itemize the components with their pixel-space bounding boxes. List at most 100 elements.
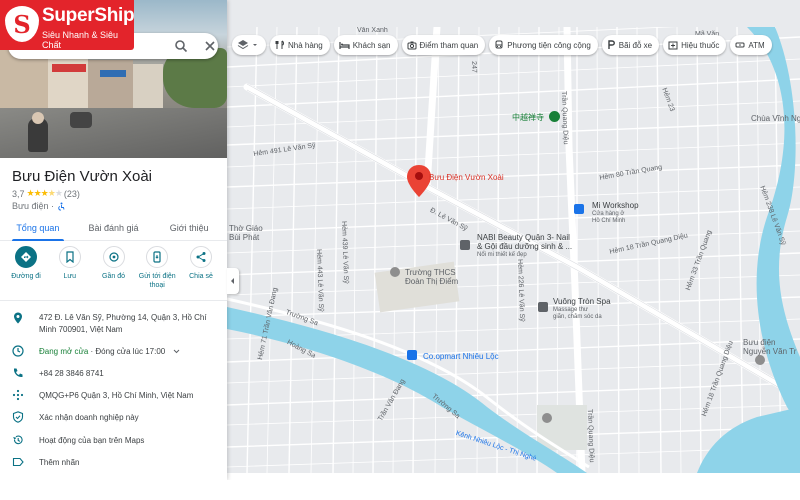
pin-place-label[interactable]: Bưu Điện Vườn Xoài [429,173,504,182]
history-icon [13,435,23,445]
add-label-row[interactable]: Thêm nhãn [0,456,227,470]
phone-text: +84 28 3846 8741 [39,369,104,378]
chip-atm-label: ATM [748,40,765,50]
share-label: Chia sẻ [189,273,213,280]
plus-code-icon [12,389,24,401]
claim-business-row[interactable]: Xác nhận doanh nghiệp này [0,411,227,425]
hours-close-time: · Đóng cửa lúc 17:00 [88,347,166,356]
chip-pharmacy[interactable]: Hiệu thuốc [663,35,727,55]
logo-name: SuperShip [42,5,135,26]
coopmart-label[interactable]: Co.opmart Nhiêu Lộc [423,352,499,361]
activity-text: Hoạt động của bạn trên Maps [39,436,145,445]
chip-transit[interactable]: Phương tiện công cộng [489,35,598,55]
chip-attractions[interactable]: Điểm tham quan [401,35,486,55]
hours-open-status: Đang mở cửa [39,347,89,356]
vuong-tron-sub-2: giãn, chăm sóc da [553,314,602,320]
atm-icon [735,42,745,48]
chip-hotel-label: Khách sạn [352,40,391,50]
phat-label: Bùi Phát [229,233,260,242]
label-icon [12,457,24,467]
bookmark-icon [66,251,74,263]
verified-shield-icon [12,411,24,423]
school-label-1[interactable]: Trường THCS [405,268,456,277]
nearby-icon [108,252,119,262]
share-button[interactable]: Chia sẻ [181,246,221,296]
share-icon [196,252,206,262]
vuong-tron-label[interactable]: Vuông Tròn Spa [553,297,611,306]
review-count[interactable]: (23) [64,189,80,199]
bottom-strip [0,480,800,500]
nearby-button[interactable]: Gần đó [94,246,134,296]
category-row: Bưu điện · [12,201,66,211]
address-row[interactable]: 472 Đ. Lê Văn Sỹ, Phường 14, Quận 3, Hồ … [0,312,227,336]
place-title: Bưu Điện Vườn Xoài [12,168,152,185]
hours-row[interactable]: Đang mở cửa · Đóng cửa lúc 17:00 [0,345,227,359]
logo-badge: S [5,6,39,42]
place-category[interactable]: Bưu điện · [12,201,54,211]
location-icon [14,312,22,324]
rating-value: 3,7 [12,188,25,199]
nearby-label: Gần đó [102,273,125,280]
send-to-phone-button[interactable]: Gửi tới điện thoại [137,246,177,296]
rating-row: 3,7 ★★★★★ (23) [12,188,80,199]
directions-label: Đường đi [11,273,41,280]
mi-workshop-label[interactable]: Mi Workshop [592,201,639,210]
chua-vinh-label: Chùa Vĩnh Ngh [751,114,800,123]
spa-icon [538,302,548,312]
chip-atm[interactable]: ATM [730,35,772,55]
layers-chip[interactable] [232,35,266,55]
search-input[interactable] [138,33,168,59]
plus-code-text: QMQG+P6 Quận 3, Hồ Chí Minh, Việt Nam [39,391,194,400]
add-label-text: Thêm nhãn [39,458,80,467]
map-top-area [227,0,800,27]
clock-icon [12,345,24,357]
caret-down-icon [253,44,257,46]
search-icon[interactable] [174,39,188,53]
directions-button[interactable]: Đường đi [6,246,46,296]
save-button[interactable]: Lưu [50,246,90,296]
tab-reviews[interactable]: Bài đánh giá [76,217,152,240]
chip-restaurant[interactable]: Nhà hàng [270,35,330,55]
school-icon [390,267,400,277]
activity-row[interactable]: Hoạt động của bạn trên Maps [0,434,227,448]
tab-overview[interactable]: Tổng quan [0,217,76,241]
bottom-poi-icon [542,413,552,423]
restaurant-icon [275,40,284,49]
chip-parking[interactable]: Bãi đỗ xe [601,35,660,55]
phone-row[interactable]: +84 28 3846 8741 [0,367,227,381]
send-to-phone-icon [153,251,161,263]
wheelchair-icon [58,202,65,210]
hotel-icon [339,42,350,49]
nabi-label-1[interactable]: NABI Beauty Quận 3- Nail [477,233,570,242]
tho-giao-label: Thờ Giáo [229,224,263,233]
temple-icon [549,111,560,122]
chip-hotel[interactable]: Khách sạn [333,35,398,55]
pharmacy-icon [668,41,678,50]
collapse-panel-button[interactable] [227,268,239,294]
shopping-icon [407,350,417,360]
logo-slogan: Siêu Nhanh & Siêu Chất [42,30,119,50]
beauty-icon [460,240,470,250]
rating-stars: ★★★★★ [26,188,63,198]
school-label-2: Đoàn Thị Điểm [405,277,459,286]
close-icon[interactable] [203,39,217,53]
address-text: 472 Đ. Lê Văn Sỹ, Phường 14, Quận 3, Hồ … [39,313,207,334]
chevron-down-icon[interactable] [173,349,180,354]
tab-about[interactable]: Giới thiệu [151,217,227,240]
map-canvas[interactable]: Bưu Điện Vườn Xoài 中越禅寺 Mi Workshop Cửa … [227,27,800,473]
claim-business-text: Xác nhận doanh nghiệp này [39,413,139,422]
chip-transit-label: Phương tiện công cộng [507,40,591,50]
street-247: 247 [470,61,478,73]
post-right-label-1: Bưu điện [743,338,776,347]
chip-pharmacy-label: Hiệu thuốc [681,40,720,50]
action-buttons: Đường đi Lưu Gần đó Gửi tới điện thoại C… [6,246,221,296]
plus-code-row[interactable]: QMQG+P6 Quận 3, Hồ Chí Minh, Việt Nam [0,389,227,403]
temple-label[interactable]: 中越禅寺 [512,113,544,122]
save-label: Lưu [63,273,76,280]
chip-restaurant-label: Nhà hàng [288,40,323,50]
store-icon [574,204,584,214]
divider [0,300,227,301]
chip-attractions-label: Điểm tham quan [419,40,479,50]
directions-icon [21,252,31,262]
place-panel: Bưu Điện Vườn Xoài 3,7 ★★★★★ (23) Bưu đi… [0,0,227,480]
